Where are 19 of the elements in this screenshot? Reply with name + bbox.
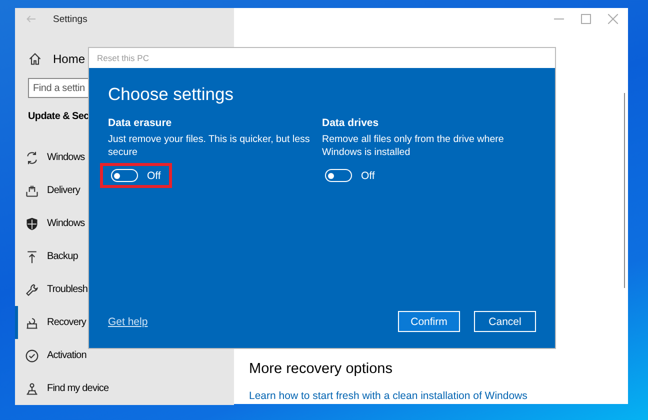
toggle-state: Off — [147, 170, 161, 182]
option-description: Remove all files only from the drive where Windows is installed — [322, 133, 505, 159]
section-heading: Update & Sec — [28, 111, 89, 124]
home-label: Home — [53, 52, 86, 66]
option-title: Data drives — [322, 117, 380, 129]
item-label: Delivery — [47, 185, 80, 196]
item-label: Windows — [47, 152, 85, 163]
item-label: Windows — [47, 218, 85, 229]
item-label: Find my device — [47, 383, 109, 394]
option-description: Just remove your files. This is quicker, but less secure — [108, 133, 311, 159]
option-title: Data erasure — [108, 117, 173, 129]
toggle-state: Off — [361, 170, 375, 182]
dialog-heading: Choose settings — [108, 84, 234, 105]
item-label: Recovery — [47, 317, 86, 328]
item-label: Troublesh — [47, 284, 88, 295]
window-title: Settings — [53, 14, 88, 24]
item-label: Activation — [47, 350, 86, 361]
item-label: Backup — [47, 251, 78, 262]
section-heading: More recovery options — [249, 361, 394, 377]
